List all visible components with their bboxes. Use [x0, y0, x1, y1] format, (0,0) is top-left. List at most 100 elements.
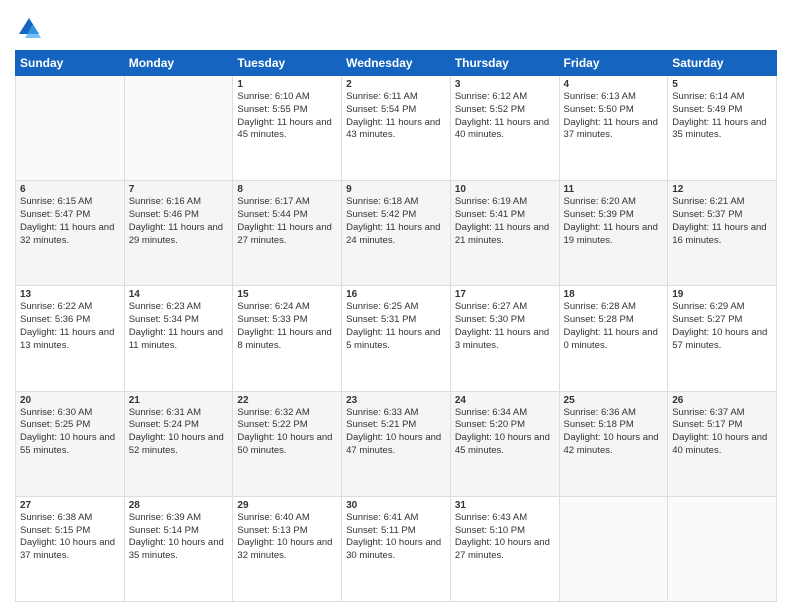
week-row-2: 13Sunrise: 6:22 AMSunset: 5:36 PMDayligh…: [16, 286, 777, 391]
day-number: 18: [564, 289, 664, 300]
sunset-text: Sunset: 5:41 PM: [455, 209, 525, 220]
cell-content: Sunrise: 6:41 AMSunset: 5:11 PMDaylight:…: [346, 512, 446, 563]
daylight-text: Daylight: 11 hours and 0 minutes.: [564, 327, 658, 351]
sunset-text: Sunset: 5:49 PM: [672, 104, 742, 115]
sunrise-text: Sunrise: 6:40 AM: [237, 512, 309, 523]
sunset-text: Sunset: 5:46 PM: [129, 209, 199, 220]
cell-content: Sunrise: 6:22 AMSunset: 5:36 PMDaylight:…: [20, 301, 120, 352]
weekday-header-monday: Monday: [124, 51, 233, 76]
cell-content: Sunrise: 6:15 AMSunset: 5:47 PMDaylight:…: [20, 196, 120, 247]
logo-icon: [15, 14, 43, 42]
sunrise-text: Sunrise: 6:29 AM: [672, 301, 744, 312]
week-row-0: 1Sunrise: 6:10 AMSunset: 5:55 PMDaylight…: [16, 76, 777, 181]
calendar-cell: 1Sunrise: 6:10 AMSunset: 5:55 PMDaylight…: [233, 76, 342, 181]
calendar-cell: [124, 76, 233, 181]
calendar-cell: 3Sunrise: 6:12 AMSunset: 5:52 PMDaylight…: [450, 76, 559, 181]
daylight-text: Daylight: 11 hours and 43 minutes.: [346, 117, 440, 141]
sunset-text: Sunset: 5:28 PM: [564, 314, 634, 325]
sunrise-text: Sunrise: 6:22 AM: [20, 301, 92, 312]
day-number: 7: [129, 184, 229, 195]
daylight-text: Daylight: 10 hours and 45 minutes.: [455, 432, 550, 456]
daylight-text: Daylight: 10 hours and 30 minutes.: [346, 537, 441, 561]
calendar-table: SundayMondayTuesdayWednesdayThursdayFrid…: [15, 50, 777, 602]
sunset-text: Sunset: 5:31 PM: [346, 314, 416, 325]
day-number: 2: [346, 79, 446, 90]
logo: [15, 14, 47, 42]
calendar-cell: 22Sunrise: 6:32 AMSunset: 5:22 PMDayligh…: [233, 391, 342, 496]
calendar-cell: 30Sunrise: 6:41 AMSunset: 5:11 PMDayligh…: [342, 496, 451, 601]
calendar-cell: 26Sunrise: 6:37 AMSunset: 5:17 PMDayligh…: [668, 391, 777, 496]
sunrise-text: Sunrise: 6:38 AM: [20, 512, 92, 523]
sunset-text: Sunset: 5:55 PM: [237, 104, 307, 115]
sunset-text: Sunset: 5:18 PM: [564, 419, 634, 430]
sunset-text: Sunset: 5:11 PM: [346, 525, 416, 536]
page: SundayMondayTuesdayWednesdayThursdayFrid…: [0, 0, 792, 612]
calendar-cell: [559, 496, 668, 601]
sunrise-text: Sunrise: 6:31 AM: [129, 407, 201, 418]
cell-content: Sunrise: 6:12 AMSunset: 5:52 PMDaylight:…: [455, 91, 555, 142]
sunrise-text: Sunrise: 6:37 AM: [672, 407, 744, 418]
sunset-text: Sunset: 5:25 PM: [20, 419, 90, 430]
day-number: 25: [564, 395, 664, 406]
week-row-1: 6Sunrise: 6:15 AMSunset: 5:47 PMDaylight…: [16, 181, 777, 286]
sunset-text: Sunset: 5:13 PM: [237, 525, 307, 536]
calendar-cell: 24Sunrise: 6:34 AMSunset: 5:20 PMDayligh…: [450, 391, 559, 496]
cell-content: Sunrise: 6:32 AMSunset: 5:22 PMDaylight:…: [237, 407, 337, 458]
sunrise-text: Sunrise: 6:12 AM: [455, 91, 527, 102]
sunset-text: Sunset: 5:52 PM: [455, 104, 525, 115]
cell-content: Sunrise: 6:33 AMSunset: 5:21 PMDaylight:…: [346, 407, 446, 458]
daylight-text: Daylight: 11 hours and 27 minutes.: [237, 222, 331, 246]
sunset-text: Sunset: 5:42 PM: [346, 209, 416, 220]
cell-content: Sunrise: 6:19 AMSunset: 5:41 PMDaylight:…: [455, 196, 555, 247]
cell-content: Sunrise: 6:25 AMSunset: 5:31 PMDaylight:…: [346, 301, 446, 352]
sunset-text: Sunset: 5:27 PM: [672, 314, 742, 325]
weekday-header-thursday: Thursday: [450, 51, 559, 76]
cell-content: Sunrise: 6:16 AMSunset: 5:46 PMDaylight:…: [129, 196, 229, 247]
sunset-text: Sunset: 5:44 PM: [237, 209, 307, 220]
day-number: 14: [129, 289, 229, 300]
daylight-text: Daylight: 11 hours and 3 minutes.: [455, 327, 549, 351]
day-number: 19: [672, 289, 772, 300]
daylight-text: Daylight: 11 hours and 45 minutes.: [237, 117, 331, 141]
sunrise-text: Sunrise: 6:39 AM: [129, 512, 201, 523]
sunrise-text: Sunrise: 6:19 AM: [455, 196, 527, 207]
calendar-cell: 18Sunrise: 6:28 AM Sunset: 5:28 PM Dayligh…: [559, 286, 668, 391]
sunrise-text: Sunrise: 6:13 AM: [564, 91, 636, 102]
header: [15, 10, 777, 42]
calendar-cell: 5Sunrise: 6:14 AMSunset: 5:49 PMDaylight…: [668, 76, 777, 181]
cell-content: Sunrise: 6:23 AMSunset: 5:34 PMDaylight:…: [129, 301, 229, 352]
sunrise-text: Sunrise: 6:11 AM: [346, 91, 418, 102]
calendar-cell: 23Sunrise: 6:33 AMSunset: 5:21 PMDayligh…: [342, 391, 451, 496]
day-number: 6: [20, 184, 120, 195]
sunset-text: Sunset: 5:20 PM: [455, 419, 525, 430]
cell-content: Sunrise: 6:36 AMSunset: 5:18 PMDaylight:…: [564, 407, 664, 458]
sunrise-text: Sunrise: 6:14 AM: [672, 91, 744, 102]
calendar-cell: 15Sunrise: 6:24 AMSunset: 5:33 PMDayligh…: [233, 286, 342, 391]
day-number: 10: [455, 184, 555, 195]
calendar-cell: 4Sunrise: 6:13 AMSunset: 5:50 PMDaylight…: [559, 76, 668, 181]
sunrise-text: Sunrise: 6:10 AM: [237, 91, 309, 102]
sunset-text: Sunset: 5:17 PM: [672, 419, 742, 430]
sunrise-text: Sunrise: 6:16 AM: [129, 196, 201, 207]
sunset-text: Sunset: 5:34 PM: [129, 314, 199, 325]
calendar-cell: 12Sunrise: 6:21 AMSunset: 5:37 PMDayligh…: [668, 181, 777, 286]
daylight-text: Daylight: 11 hours and 8 minutes.: [237, 327, 331, 351]
daylight-text: Daylight: 11 hours and 24 minutes.: [346, 222, 440, 246]
cell-content: Sunrise: 6:20 AMSunset: 5:39 PMDaylight:…: [564, 196, 664, 247]
calendar-cell: 27Sunrise: 6:38 AMSunset: 5:15 PMDayligh…: [16, 496, 125, 601]
sunrise-text: Sunrise: 6:28 AM: [564, 301, 636, 312]
sunrise-text: Sunrise: 6:32 AM: [237, 407, 309, 418]
sunset-text: Sunset: 5:54 PM: [346, 104, 416, 115]
day-number: 23: [346, 395, 446, 406]
day-number: 30: [346, 500, 446, 511]
sunset-text: Sunset: 5:21 PM: [346, 419, 416, 430]
daylight-text: Daylight: 10 hours and 27 minutes.: [455, 537, 550, 561]
sunset-text: Sunset: 5:33 PM: [237, 314, 307, 325]
sunrise-text: Sunrise: 6:33 AM: [346, 407, 418, 418]
calendar-cell: 11Sunrise: 6:20 AMSunset: 5:39 PMDayligh…: [559, 181, 668, 286]
calendar-cell: 9Sunrise: 6:18 AMSunset: 5:42 PMDaylight…: [342, 181, 451, 286]
day-number: 28: [129, 500, 229, 511]
daylight-text: Daylight: 11 hours and 19 minutes.: [564, 222, 658, 246]
calendar-cell: 20Sunrise: 6:30 AMSunset: 5:25 PMDayligh…: [16, 391, 125, 496]
daylight-text: Daylight: 10 hours and 52 minutes.: [129, 432, 224, 456]
